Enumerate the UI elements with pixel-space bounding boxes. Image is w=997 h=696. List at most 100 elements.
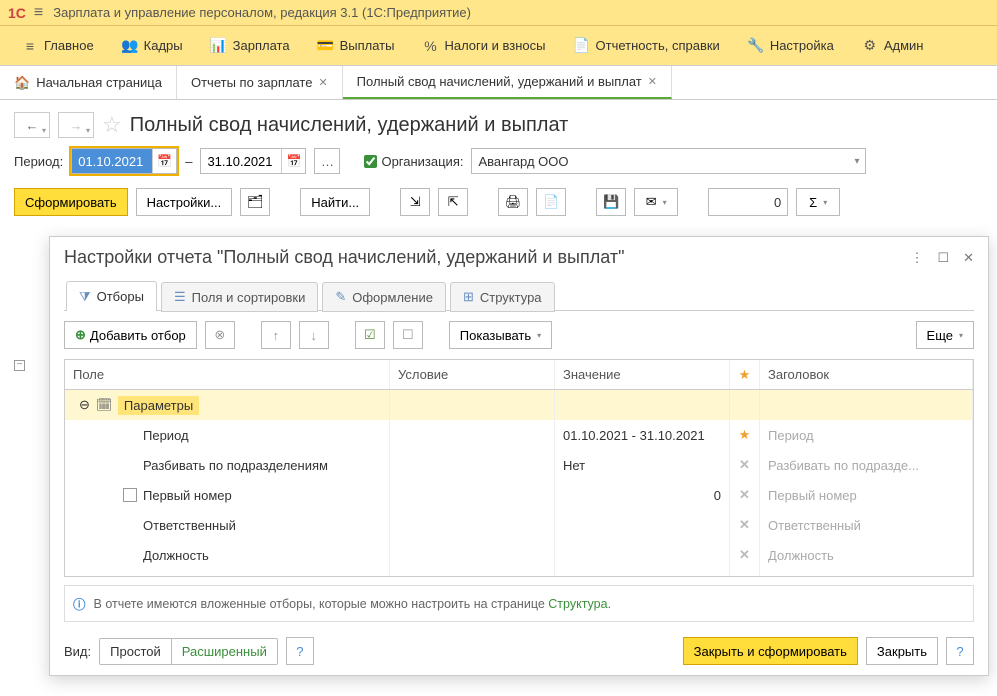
header-cond[interactable]: Условие	[390, 360, 555, 389]
number-field[interactable]: 0	[708, 188, 788, 216]
mail-button[interactable]: ✉▾	[634, 188, 678, 216]
wrench-icon: 🔧	[748, 38, 764, 54]
more-button[interactable]: Еще▾	[916, 321, 974, 349]
nav-forward: →▾	[58, 112, 94, 138]
close-icon[interactable]: ✕	[318, 76, 327, 89]
params-row[interactable]: ⊖🗓Параметры	[65, 390, 973, 420]
info-link[interactable]: Структура	[548, 597, 607, 611]
row-field: Должность	[143, 548, 209, 563]
header-star[interactable]: ★	[730, 360, 760, 389]
show-button[interactable]: Показывать▾	[449, 321, 552, 349]
help-button[interactable]: ?	[286, 637, 314, 665]
move-down-button[interactable]: ↓	[299, 321, 329, 349]
menu-taxes[interactable]: %Налоги и взносы	[408, 27, 559, 65]
table-row[interactable]: Первый номер0✕Первый номер	[65, 480, 973, 510]
org-check-input[interactable]	[364, 155, 377, 168]
uncheck-all-button[interactable]: ☐	[393, 321, 423, 349]
tab-structure[interactable]: ⊞Структура	[450, 282, 555, 312]
header-title[interactable]: Заголовок	[760, 360, 973, 389]
menu-admin[interactable]: ⚙Админ	[848, 27, 938, 65]
table-row[interactable]: Ответственный✕Ответственный	[65, 510, 973, 540]
form-report-button[interactable]: Сформировать	[14, 188, 128, 216]
plus-icon: ⊕	[75, 327, 86, 343]
view-mode-group[interactable]: Простой Расширенный	[99, 638, 278, 665]
favorite-star-icon[interactable]: ☆	[102, 112, 122, 138]
org-label: Организация:	[381, 154, 463, 169]
modal-close-icon[interactable]: ✕	[963, 250, 974, 266]
calendar-icon[interactable]: 📅	[281, 149, 305, 173]
menu-settings[interactable]: 🔧Настройка	[734, 27, 848, 65]
table-row[interactable]: Разбивать по подразделениямНет✕Разбивать…	[65, 450, 973, 480]
close-button[interactable]: Закрыть	[866, 637, 938, 665]
period-select-button[interactable]: …	[314, 148, 340, 174]
add-filter-button[interactable]: ⊕ Добавить отбор	[64, 321, 197, 349]
menu-hr[interactable]: 👥Кадры	[108, 27, 197, 65]
row-value: Нет	[555, 450, 730, 480]
tab-reports[interactable]: Отчеты по зарплате✕	[177, 66, 343, 99]
period-to-input[interactable]: 📅	[200, 148, 306, 174]
org-checkbox[interactable]: Организация:	[364, 154, 463, 169]
check-all-button[interactable]: ☑	[355, 321, 385, 349]
table-row[interactable]: Должность✕Должность	[65, 540, 973, 570]
calc-icon: 📊	[211, 38, 227, 54]
menu-reports-label: Отчетность, справки	[596, 38, 720, 53]
row-title: Период	[760, 420, 973, 450]
table-row[interactable]: Руководитель✕Руководитель	[65, 570, 973, 577]
delete-filter-button[interactable]: ⊗	[205, 321, 235, 349]
remove-icon[interactable]: ✕	[739, 547, 750, 563]
org-combo[interactable]: Авангард ООО ▾	[471, 148, 866, 174]
tab-filters[interactable]: ⧩Отборы	[66, 281, 157, 311]
row-checkbox[interactable]	[123, 488, 137, 502]
view-advanced[interactable]: Расширенный	[171, 639, 277, 664]
menu-payouts[interactable]: 💳Выплаты	[304, 27, 409, 65]
move-up-button[interactable]: ↑	[261, 321, 291, 349]
header-value[interactable]: Значение	[555, 360, 730, 389]
print-button[interactable]: 🖨	[498, 188, 528, 216]
settings-button[interactable]: Настройки...	[136, 188, 233, 216]
brush-icon: ✎	[335, 289, 346, 305]
remove-icon[interactable]: ✕	[739, 457, 750, 473]
star-icon[interactable]: ★	[739, 427, 751, 443]
calendar-icon[interactable]: 📅	[152, 149, 176, 173]
expand-button[interactable]: ⇲	[400, 188, 430, 216]
logo-1c: 1C	[8, 5, 26, 21]
period-from-value[interactable]	[72, 149, 152, 173]
tab-format[interactable]: ✎Оформление	[322, 282, 446, 312]
table-header: Поле Условие Значение ★ Заголовок	[65, 360, 973, 390]
menu-payouts-label: Выплаты	[340, 38, 395, 53]
row-value: 01.10.2021 - 31.10.2021	[555, 420, 730, 450]
doc-icon: 📄	[574, 38, 590, 54]
menu-salary[interactable]: 📊Зарплата	[197, 27, 304, 65]
menu-reports[interactable]: 📄 Отчетность, справки	[560, 27, 734, 65]
find-button[interactable]: Найти...	[300, 188, 370, 216]
table-row[interactable]: Период01.10.2021 - 31.10.2021★Период	[65, 420, 973, 450]
collapse-icon[interactable]: ⊖	[79, 397, 90, 413]
modal-more-icon[interactable]: ⋮	[910, 250, 923, 266]
period-from-input[interactable]: 📅	[71, 148, 177, 174]
preview-button[interactable]: 📄	[536, 188, 566, 216]
remove-icon[interactable]: ✕	[739, 517, 750, 533]
period-to-value[interactable]	[201, 149, 281, 173]
close-icon[interactable]: ✕	[648, 75, 657, 88]
menu-main[interactable]: ≡Главное	[8, 27, 108, 65]
sum-button[interactable]: Σ▾	[796, 188, 840, 216]
save-button[interactable]: 💾	[596, 188, 626, 216]
modal-max-icon[interactable]: ☐	[937, 250, 949, 266]
period-label: Период:	[14, 154, 63, 169]
tab-home[interactable]: 🏠Начальная страница	[0, 66, 177, 99]
burger-icon[interactable]: ≡	[34, 4, 43, 22]
view-simple[interactable]: Простой	[100, 639, 171, 664]
nav-back[interactable]: ←▾	[14, 112, 50, 138]
variants-button[interactable]: 🗂	[240, 188, 270, 216]
main-menu: ≡Главное 👥Кадры 📊Зарплата 💳Выплаты %Нало…	[0, 26, 997, 66]
tab-fields[interactable]: ☰Поля и сортировки	[161, 282, 318, 312]
remove-icon[interactable]: ✕	[739, 487, 750, 503]
close-and-form-button[interactable]: Закрыть и сформировать	[683, 637, 858, 665]
tree-collapse[interactable]: −	[14, 356, 25, 371]
tab-home-label: Начальная страница	[36, 75, 162, 90]
header-field[interactable]: Поле	[65, 360, 390, 389]
help-button-2[interactable]: ?	[946, 637, 974, 665]
collapse-button[interactable]: ⇱	[438, 188, 468, 216]
chevron-down-icon: ▾	[854, 156, 859, 167]
tab-full-summary[interactable]: Полный свод начислений, удержаний и выпл…	[343, 66, 672, 99]
